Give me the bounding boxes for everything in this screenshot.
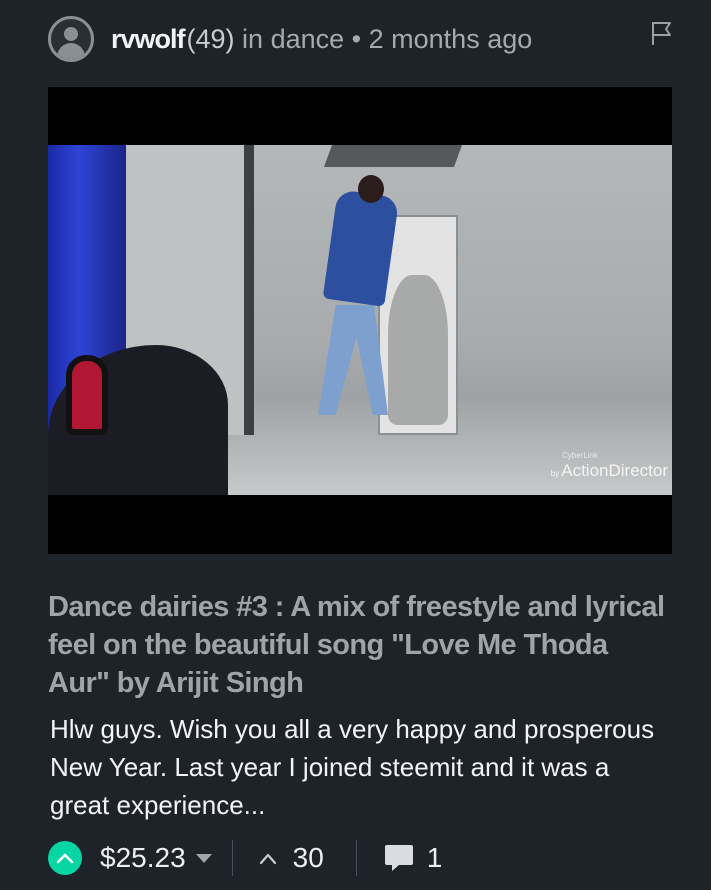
post-video-thumbnail[interactable]: CyberLink by ActionDirector: [48, 87, 672, 554]
caret-down-icon[interactable]: [195, 853, 212, 863]
community-link[interactable]: dance: [271, 24, 345, 54]
vote-count[interactable]: 30: [293, 842, 324, 874]
watermark-small-text: CyberLink: [561, 451, 598, 460]
meta-separator: •: [351, 23, 362, 54]
community-prefix: in: [242, 23, 264, 54]
author-reputation: (49): [186, 23, 235, 54]
post-title[interactable]: Dance dairies #3 : A mix of freestyle an…: [48, 588, 668, 702]
user-avatar-icon[interactable]: [48, 16, 94, 62]
post-meta: rvwolf(49) in dance • 2 months ago: [111, 24, 532, 55]
comment-bubble-icon[interactable]: [383, 843, 415, 873]
comment-count[interactable]: 1: [427, 842, 443, 874]
footer-divider: [231, 840, 233, 876]
video-watermark: CyberLink by ActionDirector: [550, 451, 668, 480]
post-excerpt[interactable]: Hlw guys. Wish you all a very happy and …: [50, 710, 670, 824]
payout-amount[interactable]: $25.23: [100, 842, 186, 874]
chevron-up-icon[interactable]: [259, 851, 277, 865]
post-footer: $25.23 30 1: [48, 838, 668, 878]
video-frame: CyberLink by ActionDirector: [48, 145, 672, 495]
flag-icon[interactable]: [650, 20, 674, 46]
post-header: rvwolf(49) in dance • 2 months ago: [48, 16, 678, 62]
upvote-icon[interactable]: [48, 841, 82, 875]
watermark-brand-text: ActionDirector: [561, 461, 668, 480]
author-link[interactable]: rvwolf: [111, 24, 186, 54]
watermark-by-text: by: [550, 469, 560, 478]
post-age[interactable]: 2 months ago: [369, 24, 533, 54]
footer-divider: [355, 840, 357, 876]
